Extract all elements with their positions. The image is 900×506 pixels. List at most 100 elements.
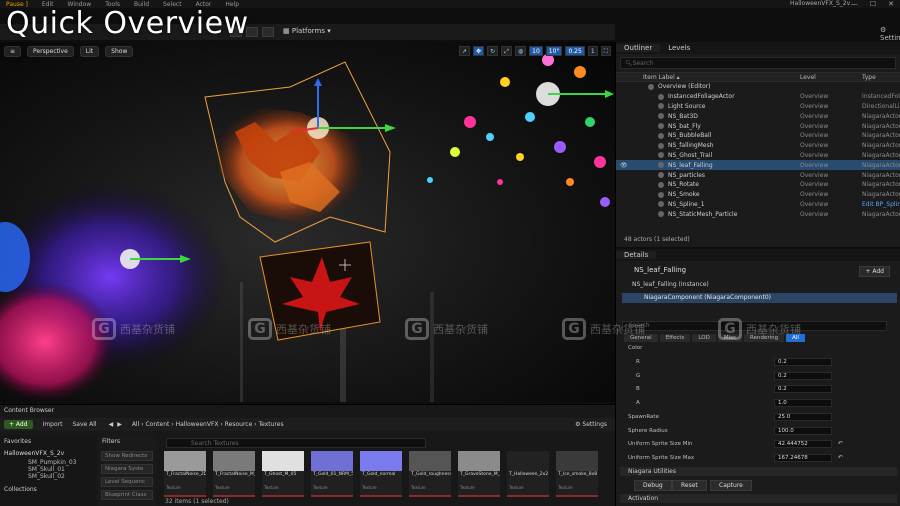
asset-tile[interactable]: T_FractalNoise_2D_512px Texture (164, 451, 206, 497)
property-value-field[interactable]: 0.2 (774, 358, 832, 366)
col-item-label[interactable]: Item Label ▴ (643, 74, 800, 81)
reset-to-default-icon[interactable]: ↶ (838, 440, 843, 447)
add-asset-button[interactable]: + Add (4, 420, 33, 429)
tab-details[interactable]: Details (616, 251, 657, 259)
asset-tile[interactable]: T_GraveStone_M_01 Texture (458, 451, 500, 497)
world-local-icon[interactable]: ◍ (514, 46, 527, 56)
content-browser-tab[interactable]: Content Browser (4, 407, 54, 414)
leaf-falling-effect[interactable] (204, 61, 396, 341)
grid-snap-value[interactable]: 10 (529, 46, 543, 56)
settings-top-button[interactable]: ⚙ Settings (880, 26, 900, 42)
asset-tile[interactable]: T_Gold_normal Texture (360, 451, 402, 497)
perspective-button[interactable]: Perspective (27, 46, 74, 57)
breadcrumb-item[interactable]: HalloweenVFX (176, 421, 219, 428)
col-type[interactable]: Type (862, 74, 876, 81)
asset-search-input[interactable]: Search Textures (166, 438, 426, 448)
property-value-field[interactable]: 167.24678 (774, 454, 832, 462)
tree-item[interactable]: SM_Pumpkin_03 (0, 459, 95, 466)
property-value-field[interactable]: 42.444752 (774, 440, 832, 448)
property-value-field[interactable]: 0.2 (774, 385, 832, 393)
outliner-row[interactable]: InstancedFoliageActor Overview InstancedFo… (616, 92, 900, 102)
reset-to-default-icon[interactable]: ↶ (838, 454, 843, 461)
select-mode-icon[interactable]: ➚ (459, 46, 471, 56)
lit-button[interactable]: Lit (79, 46, 100, 57)
section-activation[interactable]: Activation (620, 494, 897, 503)
scale-snap-value[interactable]: 0.25 (565, 46, 585, 56)
import-button[interactable]: Import (43, 421, 63, 428)
asset-tile[interactable]: T_Ice_smoke_8x8 Texture (556, 451, 598, 497)
viewport-options-button[interactable]: ≡ (4, 46, 22, 57)
camera-speed-value[interactable]: 1 (587, 46, 598, 56)
breadcrumb-item[interactable]: Content (145, 421, 169, 428)
outliner-row[interactable]: NS_bat_Fly Overview NiagaraActor (616, 121, 900, 131)
outliner-row[interactable]: NS_StaticMesh_Particle Overview NiagaraAct… (616, 209, 900, 219)
breadcrumb-item[interactable]: Textures (258, 421, 283, 428)
filter-blueprint-class[interactable]: Blueprint Class (101, 490, 153, 500)
tree-item[interactable]: SM_Skull_02 (0, 473, 95, 480)
property-value-field[interactable]: 100.0 (774, 427, 832, 435)
capture-button[interactable]: Capture (710, 480, 752, 491)
angle-snap-value[interactable]: 10° (545, 46, 563, 56)
project-root[interactable]: HalloweenVFX_S_2v (0, 448, 95, 459)
filter-level-sequence[interactable]: Level Sequenc (101, 477, 153, 487)
tree-item[interactable]: SM_Skull_01 (0, 466, 95, 473)
outliner-row[interactable]: Overview (Editor) (616, 82, 900, 92)
outliner-row[interactable]: 👁︎ NS_leaf_Falling Overview NiagaraActor (616, 160, 900, 171)
outliner-row[interactable]: NS_Spline_1 Overview Edit BP_Spline (616, 200, 900, 210)
maximize-button[interactable]: ☐ (870, 0, 876, 8)
outliner-row[interactable]: NS_fallingMesh Overview NiagaraActor (616, 141, 900, 151)
col-level[interactable]: Level (800, 74, 862, 81)
property-value-field[interactable]: 1.0 (774, 399, 832, 407)
history-back-icon[interactable]: ◀ (109, 421, 114, 428)
show-button[interactable]: Show (105, 46, 134, 57)
instance-row[interactable]: NS_leaf_Falling (Instance) (622, 281, 897, 291)
filter-tab[interactable]: LOD (692, 334, 716, 342)
tab-outliner[interactable]: Outliner (616, 44, 661, 52)
property-value-field[interactable]: 0.2 (774, 372, 832, 380)
tab-levels[interactable]: Levels (660, 44, 698, 52)
reset-button[interactable]: Reset (672, 480, 707, 491)
favorites-header[interactable]: Favorites (0, 435, 95, 448)
outliner-row[interactable]: NS_Smoke Overview NiagaraActor (616, 190, 900, 200)
outliner-row[interactable]: NS_Ghost_Trail Overview NiagaraActor (616, 151, 900, 161)
launch-icon[interactable] (262, 27, 274, 37)
outliner-row[interactable]: NS_particles Overview NiagaraActor (616, 170, 900, 180)
filter-tab[interactable]: Effects (659, 334, 691, 342)
asset-tile[interactable]: T_Ghost_M_05 Texture (262, 451, 304, 497)
add-component-button[interactable]: + Add (859, 266, 890, 277)
outliner-search-input[interactable]: 🔍︎ Search (620, 57, 896, 69)
level-viewport[interactable]: ≡ Perspective Lit Show ➚ ✥ ↻ ⤢ ◍ 10 10° … (0, 42, 615, 402)
viewport-scene (0, 54, 614, 402)
details-actor-name[interactable]: NS_leaf_Falling (634, 266, 686, 274)
filter-niagara-system[interactable]: Niagara Syste (101, 464, 153, 474)
niagara-component-row[interactable]: NiagaraComponent (NiagaraComponent0) (622, 293, 897, 303)
rotate-icon[interactable]: ↻ (487, 46, 499, 56)
asset-name: T_Gold_01_NRM_512 (313, 472, 353, 477)
breadcrumb-item[interactable]: Resource (225, 421, 253, 428)
close-button[interactable]: ✕ (888, 0, 894, 8)
scale-icon[interactable]: ⤢ (501, 46, 512, 56)
asset-tile[interactable]: T_Gold_roughness Texture (409, 451, 451, 497)
asset-tile[interactable]: T_FractalNoise_M_05 Texture (213, 451, 255, 497)
content-settings-button[interactable]: ⚙ Settings (575, 421, 607, 428)
translate-icon[interactable]: ✥ (473, 46, 485, 56)
collections-header[interactable]: Collections (0, 480, 95, 493)
history-forward-icon[interactable]: ▶ (117, 421, 122, 428)
outliner-row[interactable]: NS_Rotate Overview NiagaraActor (616, 180, 900, 190)
asset-tile[interactable]: T_Halloween_2x2 Texture (507, 451, 549, 497)
visibility-eye-icon[interactable]: 👁︎ (620, 162, 628, 169)
outliner-row-type[interactable]: Edit BP_Spline (862, 201, 900, 208)
save-all-button[interactable]: Save All (72, 421, 96, 428)
asset-tile[interactable]: T_Gold_01_NRM_512 Texture (311, 451, 353, 497)
minimize-button[interactable]: — (851, 0, 858, 8)
outliner-row[interactable]: NS_Bat3D Overview NiagaraActor (616, 111, 900, 121)
platforms-dropdown[interactable]: ▦ Platforms ▾ (283, 27, 331, 35)
bats-particles-effect[interactable] (427, 54, 614, 207)
maximize-viewport-icon[interactable]: ⛶ (600, 46, 611, 56)
outliner-row[interactable]: NS_BubbleBall Overview NiagaraActor (616, 131, 900, 141)
section-niagara-utilities[interactable]: Niagara Utilities (620, 467, 897, 476)
filter-show-redirects[interactable]: Show Redirects (101, 451, 153, 461)
property-value-field[interactable]: 25.0 (774, 413, 832, 421)
outliner-row[interactable]: Light Source Overview DirectionalLig (616, 102, 900, 112)
debug-button[interactable]: Debug (634, 480, 672, 491)
